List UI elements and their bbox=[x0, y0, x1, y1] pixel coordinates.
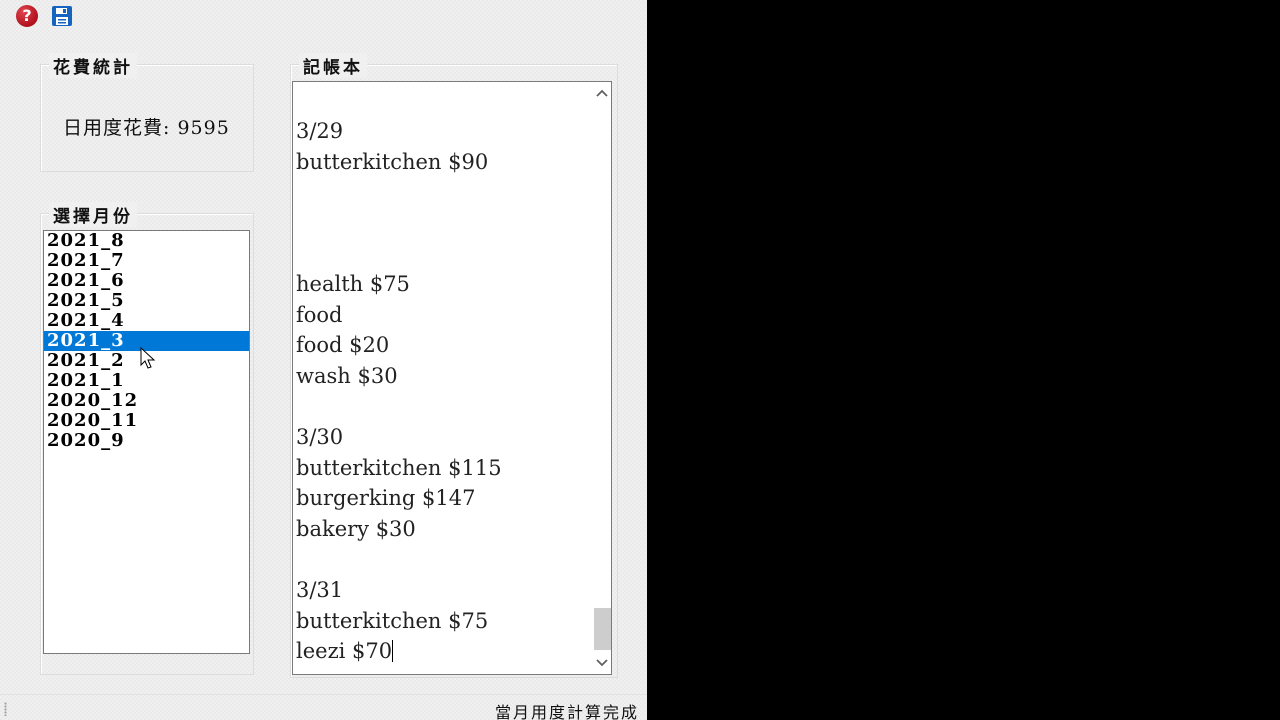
notebook-line-text: food bbox=[296, 302, 343, 327]
notebook-line: food $20 bbox=[296, 330, 586, 361]
app-window: ? 花費統計 日用度花費: 9595 選擇月份 2021_8 2021_7 2021… bbox=[0, 0, 647, 720]
notebook-line: food bbox=[296, 300, 586, 331]
status-bar: 當月用度計算完成 bbox=[0, 694, 647, 720]
notebook-line: burgerking $147 bbox=[296, 483, 586, 514]
notebook-line: butterkitchen $75 bbox=[296, 606, 586, 637]
notebook-line-text: wash $30 bbox=[296, 363, 398, 388]
notebook-line bbox=[296, 177, 586, 208]
notebook-line: butterkitchen $90 bbox=[296, 147, 586, 178]
notebook-line-text: 3/29 bbox=[296, 119, 344, 143]
notebook-line: bakery $30 bbox=[296, 514, 586, 545]
notebook-line-text: butterkitchen $90 bbox=[296, 149, 489, 174]
month-list-item[interactable]: 2021_8 bbox=[44, 231, 249, 251]
scroll-down-icon[interactable] bbox=[592, 653, 611, 673]
notebook-line-text: burgerking $147 bbox=[296, 486, 476, 511]
scroll-thumb[interactable] bbox=[594, 608, 611, 650]
notebook-line-text: food $20 bbox=[296, 333, 390, 358]
help-button[interactable]: ? bbox=[14, 3, 40, 29]
status-text: 當月用度計算完成 bbox=[494, 703, 639, 720]
notebook-line: wash $30 bbox=[296, 361, 586, 392]
notebook-scrollbar[interactable] bbox=[592, 82, 611, 674]
month-list-item[interactable]: 2020_9 bbox=[44, 431, 249, 451]
notebook-line: leezi $70 bbox=[296, 636, 586, 667]
month-listbox[interactable]: 2021_8 2021_7 2021_6 2021_5 2021_4 2021_3 2021… bbox=[43, 230, 250, 654]
notebook-line: 3/30 bbox=[296, 422, 586, 453]
month-group: 選擇月份 2021_8 2021_7 2021_6 2021_5 2021_4 2021_… bbox=[40, 202, 254, 675]
month-list-item[interactable]: 2021_5 bbox=[44, 291, 249, 311]
notebook-line bbox=[296, 391, 586, 422]
month-list-item[interactable]: 2020_12 bbox=[44, 391, 249, 411]
notebook-line bbox=[296, 208, 586, 239]
stats-title: 花費統計 bbox=[49, 53, 137, 78]
month-list-item[interactable]: 2021_1 bbox=[44, 371, 249, 391]
notebook-line-text: health $75 bbox=[296, 271, 410, 296]
toolbar: ? bbox=[0, 0, 647, 32]
notebook-line: health $75 bbox=[296, 269, 586, 300]
mouse-cursor-icon bbox=[140, 347, 156, 369]
notebook-line bbox=[296, 238, 586, 269]
notebook-line-text: bakery $30 bbox=[296, 516, 416, 541]
notebook-line-text: butterkitchen $115 bbox=[296, 455, 502, 480]
month-list-item[interactable]: 2021_6 bbox=[44, 271, 249, 291]
daily-spending-total: 日用度花費: 9595 bbox=[63, 117, 230, 139]
month-title: 選擇月份 bbox=[49, 202, 137, 227]
notebook-line-text: butterkitchen $75 bbox=[296, 608, 489, 633]
notebook-textarea[interactable]: 3/29 butterkitchen $90 health $75 food food … bbox=[292, 81, 612, 675]
grip-icon bbox=[4, 702, 7, 716]
scroll-up-icon[interactable] bbox=[592, 83, 611, 103]
notebook-line bbox=[296, 544, 586, 575]
save-button[interactable] bbox=[49, 3, 75, 29]
month-list-item[interactable]: 2021_7 bbox=[44, 251, 249, 271]
save-icon bbox=[52, 6, 72, 26]
notebook-line-text: 3/31 bbox=[296, 577, 344, 602]
notebook-line-text: 3/30 bbox=[296, 424, 344, 449]
help-icon: ? bbox=[16, 5, 38, 27]
month-list-item[interactable]: 2020_11 bbox=[44, 411, 249, 431]
text-caret bbox=[392, 640, 394, 663]
notebook-content[interactable]: 3/29 butterkitchen $90 health $75 food food … bbox=[296, 116, 586, 667]
notebook-line: 3/29 bbox=[296, 116, 586, 147]
notebook-title: 記帳本 bbox=[299, 53, 367, 78]
month-list-item[interactable]: 2021_4 bbox=[44, 311, 249, 331]
notebook-line: butterkitchen $115 bbox=[296, 453, 586, 484]
notebook-group: 記帳本 3/29 butterkitchen $90 health $75 food f… bbox=[290, 53, 618, 678]
notebook-line: 3/31 bbox=[296, 575, 586, 606]
notebook-line-text: leezi $70 bbox=[296, 639, 393, 664]
stats-group: 花費統計 日用度花費: 9595 bbox=[40, 53, 254, 172]
